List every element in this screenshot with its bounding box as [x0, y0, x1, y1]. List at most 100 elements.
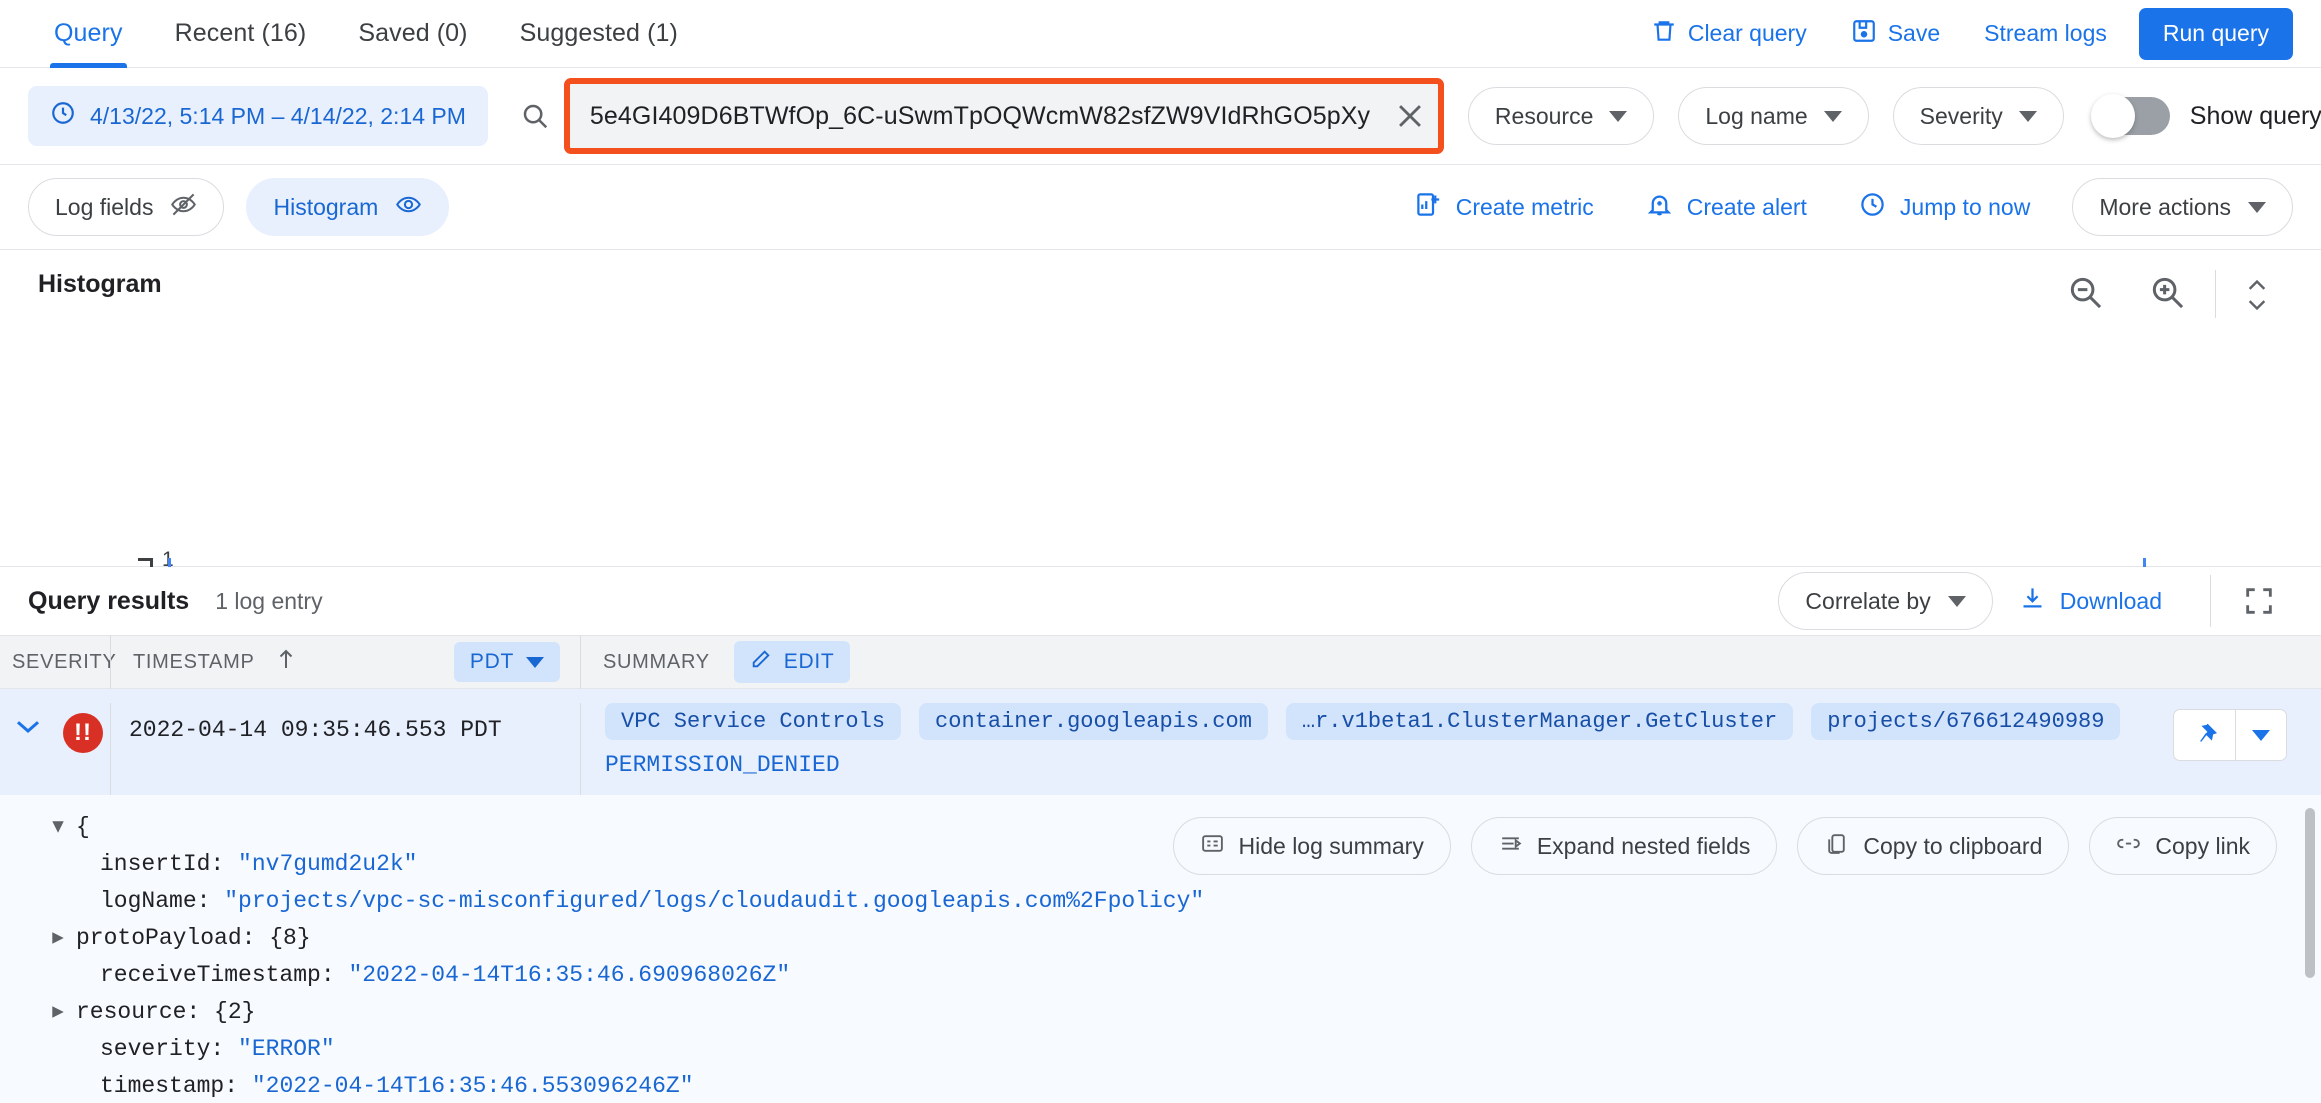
severity-error-icon: !!	[56, 703, 110, 753]
chevron-down-icon	[1609, 110, 1628, 122]
summary-chip-2[interactable]: …r.v1beta1.ClusterManager.GetCluster	[1285, 703, 1794, 740]
action-bar-right: Create metric Create alert Jump to now M…	[1389, 178, 2293, 236]
create-alert-label: Create alert	[1686, 193, 1807, 220]
jump-to-now-button[interactable]: Jump to now	[1833, 181, 2056, 233]
column-header-severity[interactable]: SEVERITY	[0, 635, 116, 689]
hide-log-summary-label: Hide log summary	[1238, 832, 1424, 859]
query-results-header: Query results 1 log entry Correlate by D…	[0, 567, 2321, 635]
chevron-down-icon	[1947, 595, 1966, 607]
log-fields-toggle[interactable]: Log fields	[28, 178, 225, 236]
clear-query-label: Clear query	[1687, 20, 1807, 46]
show-query-toggle[interactable]	[2090, 94, 2170, 138]
sort-ascending-icon[interactable]	[275, 647, 297, 677]
json-value: {8}	[269, 925, 311, 951]
copy-link-button[interactable]: Copy link	[2089, 817, 2277, 875]
clear-query-button[interactable]: Clear query	[1629, 10, 1829, 58]
json-line: ▸ resource: {2}	[40, 994, 1204, 1031]
filter-logname-label: Log name	[1705, 102, 1808, 129]
tab-saved[interactable]: Saved (0)	[332, 0, 493, 68]
search-box	[563, 78, 1444, 154]
timezone-selector[interactable]: PDT	[453, 642, 560, 682]
search-input[interactable]	[589, 101, 1382, 131]
column-header-summary[interactable]: SUMMARY EDIT	[580, 635, 2321, 689]
tab-recent[interactable]: Recent (16)	[149, 0, 333, 68]
tab-query-label: Query	[54, 19, 123, 47]
save-button[interactable]: Save	[1829, 10, 1962, 58]
row-expand-icon[interactable]	[0, 703, 56, 737]
time-range-selector[interactable]: 4/13/22, 5:14 PM – 4/14/22, 2:14 PM	[28, 86, 488, 146]
table-row[interactable]: !! 2022-04-14 09:35:46.553 PDT VPC Servi…	[0, 689, 2321, 795]
row-summary: VPC Service Controls container.googleapi…	[580, 703, 2173, 795]
histogram-toggle-label: Histogram	[273, 193, 379, 220]
detail-scroll-thumb	[2305, 808, 2315, 978]
json-line-open: ▾ {	[40, 809, 1204, 846]
copy-link-label: Copy link	[2155, 832, 2250, 859]
top-actions: Clear query Save Stream logs Run query	[1629, 7, 2321, 60]
action-bar: Log fields Histogram Create metric Creat…	[0, 165, 2321, 250]
json-line: severity: "ERROR"	[40, 1031, 1204, 1068]
expand-nested-fields-button[interactable]: Expand nested fields	[1470, 817, 1778, 875]
json-line: logName: "projects/vpc-sc-misconfigured/…	[40, 883, 1204, 920]
json-key: logName:	[100, 888, 211, 914]
summary-chip-0[interactable]: VPC Service Controls	[605, 703, 902, 740]
zoom-out-icon[interactable]	[2061, 268, 2109, 316]
json-value: "2022-04-14T16:35:46.690968026Z"	[348, 962, 791, 988]
expand-collapse-histogram-icon[interactable]	[2233, 270, 2281, 320]
create-alert-button[interactable]: Create alert	[1620, 181, 1833, 233]
tab-suggested[interactable]: Suggested (1)	[494, 0, 704, 68]
json-open-brace: {	[76, 814, 90, 840]
detail-scrollbar[interactable]	[2303, 800, 2317, 1100]
edit-summary-button[interactable]: EDIT	[733, 641, 851, 683]
results-table-header: SEVERITY TIMESTAMP PDT SUMMARY EDIT	[0, 635, 2321, 689]
timezone-label: PDT	[469, 650, 514, 673]
download-icon	[2019, 585, 2046, 618]
chevron-down-icon	[2252, 729, 2270, 741]
row-more-menu-button[interactable]	[2235, 709, 2287, 761]
histogram-toggle[interactable]: Histogram	[246, 178, 450, 236]
pin-entry-button[interactable]	[2173, 709, 2235, 761]
clear-search-icon[interactable]	[1382, 88, 1438, 144]
search-area	[514, 78, 1444, 154]
chevron-down-icon	[526, 656, 544, 668]
column-header-summary-label: SUMMARY	[603, 650, 710, 673]
stream-logs-button[interactable]: Stream logs	[1962, 10, 2129, 58]
correlate-by-button[interactable]: Correlate by	[1778, 572, 1993, 630]
expand-triangle-icon[interactable]: ▸	[40, 920, 76, 957]
toggle-knob	[2090, 94, 2135, 138]
create-metric-button[interactable]: Create metric	[1389, 181, 1620, 233]
tab-suggested-label: Suggested (1)	[519, 19, 678, 47]
collapse-triangle-icon[interactable]: ▾	[40, 809, 76, 846]
json-key: resource:	[76, 999, 201, 1025]
pencil-icon	[750, 648, 772, 676]
json-value: "projects/vpc-sc-misconfigured/logs/clou…	[224, 888, 1205, 914]
zoom-in-icon[interactable]	[2143, 268, 2191, 316]
correlate-by-label: Correlate by	[1805, 587, 1931, 614]
tab-query[interactable]: Query	[28, 0, 149, 68]
json-value: "2022-04-14T16:35:46.553096246Z"	[251, 1073, 694, 1099]
error-badge: !!	[63, 713, 103, 753]
copy-to-clipboard-button[interactable]: Copy to clipboard	[1797, 817, 2070, 875]
chevron-down-icon	[1823, 110, 1842, 122]
filter-severity-button[interactable]: Severity	[1892, 87, 2064, 145]
download-button[interactable]: Download	[1993, 575, 2188, 627]
json-key: severity:	[100, 1036, 225, 1062]
column-header-timestamp-label: TIMESTAMP	[133, 650, 255, 673]
detail-action-buttons: Hide log summary Expand nested fields Co…	[1172, 817, 2277, 875]
hide-log-summary-button[interactable]: Hide log summary	[1172, 817, 1451, 875]
expand-triangle-icon[interactable]: ▸	[40, 994, 76, 1031]
search-icon	[514, 101, 556, 131]
edit-label: EDIT	[783, 650, 835, 673]
fullscreen-icon[interactable]	[2233, 575, 2285, 627]
summary-chip-1[interactable]: container.googleapis.com	[919, 703, 1268, 740]
column-header-timestamp[interactable]: TIMESTAMP PDT	[110, 635, 580, 689]
filter-resource-button[interactable]: Resource	[1467, 87, 1655, 145]
summary-chip-3[interactable]: projects/676612490989	[1811, 703, 2121, 740]
filter-logname-button[interactable]: Log name	[1678, 87, 1869, 145]
copy-to-clipboard-label: Copy to clipboard	[1863, 832, 2043, 859]
more-actions-button[interactable]: More actions	[2072, 178, 2293, 236]
summary-chip-list: VPC Service Controls container.googleapi…	[605, 703, 2173, 740]
json-key: receiveTimestamp:	[100, 962, 335, 988]
stream-logs-label: Stream logs	[1984, 20, 2107, 46]
run-query-button[interactable]: Run query	[2138, 7, 2293, 60]
json-key: protoPayload:	[76, 925, 256, 951]
